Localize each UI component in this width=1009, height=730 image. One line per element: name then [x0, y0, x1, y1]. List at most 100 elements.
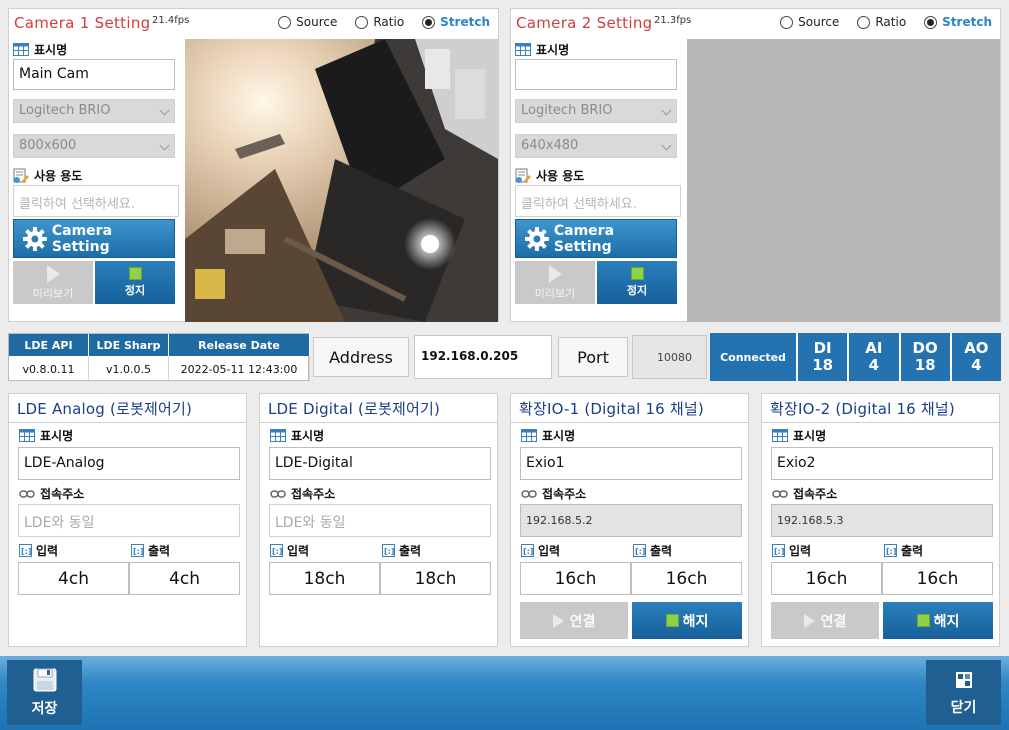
- table-icon: [270, 429, 286, 442]
- port-input[interactable]: 10080: [632, 335, 707, 379]
- release-button[interactable]: 해지: [632, 602, 742, 639]
- camera-1-live-view[interactable]: [185, 39, 498, 322]
- gear-icon: [22, 226, 47, 251]
- svg-text:[:]: [:]: [523, 547, 534, 556]
- connection-status: Connected: [710, 333, 798, 381]
- status-count-do: DO 18: [901, 333, 952, 381]
- camera-2-stop-button[interactable]: 정지: [597, 261, 677, 304]
- svg-text:[:]: [:]: [635, 547, 646, 556]
- camera-1-device-select[interactable]: Logitech BRIO: [13, 99, 175, 123]
- divider: [9, 422, 246, 423]
- connect-label: 연결: [820, 613, 847, 630]
- camera-2-name-input[interactable]: [515, 59, 677, 90]
- camera-1-controls: 표시명 Main Cam Logitech BRIO 800x600 사용 용도…: [13, 39, 179, 304]
- device-address-input[interactable]: 192.168.5.3: [771, 504, 993, 537]
- camera-2-usage-label: 사용 용도: [515, 165, 681, 185]
- input-label-text: 입력: [287, 544, 310, 558]
- camera-1-preview-button[interactable]: 미리보기: [13, 261, 93, 304]
- camera-1-usage-label: 사용 용도: [13, 165, 179, 185]
- camera-2-radio-ratio[interactable]: Ratio: [857, 15, 906, 29]
- output-channels: 16ch: [631, 562, 742, 595]
- play-icon: [46, 264, 60, 283]
- device-name-input[interactable]: Exio2: [771, 447, 993, 480]
- camera-1-radio-source[interactable]: Source: [278, 15, 337, 29]
- device-name-input[interactable]: Exio1: [520, 447, 742, 480]
- camera-1-camera-setting-button[interactable]: Camera Setting: [13, 219, 175, 258]
- device-address-input[interactable]: 192.168.5.2: [520, 504, 742, 537]
- preview-label: 미리보기: [32, 286, 74, 300]
- divider: [260, 422, 497, 423]
- connect-button[interactable]: 연결: [520, 602, 628, 639]
- usage-label-text: 사용 용도: [34, 168, 83, 183]
- resolution-select-value: 800x600: [19, 138, 77, 153]
- bracket-icon: [:]: [633, 544, 646, 557]
- chevron-down-icon: [661, 140, 672, 151]
- camera-1-panel: Camera 1 Setting 21.4fps Source Ratio St…: [8, 8, 499, 322]
- chevron-down-icon: [661, 105, 672, 116]
- close-button[interactable]: 닫기: [926, 660, 1001, 725]
- camera-1-resolution-select[interactable]: 800x600: [13, 134, 175, 158]
- save-button[interactable]: 저장: [7, 660, 82, 725]
- camera-2-resolution-select[interactable]: 640x480: [515, 134, 677, 158]
- address-input[interactable]: 192.168.0.205: [414, 335, 552, 379]
- camera-2-live-view[interactable]: [687, 39, 1000, 322]
- link-icon: [521, 489, 537, 498]
- camera-2-camera-setting-button[interactable]: Camera Setting: [515, 219, 677, 258]
- name-label-text: 표시명: [793, 429, 827, 443]
- camera-2-usage-input[interactable]: 클릭하여 선택하세요.: [515, 185, 681, 217]
- camera-1-playback-buttons: 미리보기 정지: [13, 261, 179, 304]
- device-address-input[interactable]: LDE와 동일: [269, 504, 491, 537]
- camera-1-stop-button[interactable]: 정지: [95, 261, 175, 304]
- camera-2-device-select[interactable]: Logitech BRIO: [515, 99, 677, 123]
- camera-1-scale-mode: Source Ratio Stretch: [278, 15, 490, 29]
- device-select-value: Logitech BRIO: [19, 103, 111, 118]
- camera-1-radio-ratio[interactable]: Ratio: [355, 15, 404, 29]
- address-label-text: 접속주소: [291, 487, 336, 501]
- output-label-text: 출력: [148, 544, 171, 558]
- device-name-input[interactable]: LDE-Digital: [269, 447, 491, 480]
- play-icon: [803, 613, 815, 628]
- play-icon: [552, 613, 564, 628]
- stop-label: 정지: [626, 284, 648, 297]
- status-count-di: DI 18: [798, 333, 850, 381]
- device-name-label: 표시명: [19, 427, 73, 444]
- device-name-label: 표시명: [270, 427, 324, 444]
- camera-2-controls: 표시명 Logitech BRIO 640x480 사용 용도 클릭하여 선택하…: [515, 39, 681, 304]
- camera-2-radio-stretch[interactable]: Stretch: [924, 15, 992, 29]
- camera-1-name-label: 표시명: [13, 39, 179, 59]
- device-name-input[interactable]: LDE-Analog: [18, 447, 240, 480]
- preview-label: 미리보기: [534, 286, 576, 300]
- device-address-input[interactable]: LDE와 동일: [18, 504, 240, 537]
- release-button[interactable]: 해지: [883, 602, 993, 639]
- table-cell: v0.8.0.11: [9, 356, 89, 382]
- camera-1-name-input[interactable]: Main Cam: [13, 59, 175, 90]
- input-channels: 4ch: [18, 562, 129, 595]
- table-icon: [13, 42, 29, 56]
- connect-label: 연결: [569, 613, 596, 630]
- device-panel-lde-analog: LDE Analog (로봇제어기) 표시명 LDE-Analog 접속주소 L…: [8, 393, 247, 647]
- connect-button[interactable]: 연결: [771, 602, 879, 639]
- camera-2-preview-button[interactable]: 미리보기: [515, 261, 595, 304]
- radio-dot-icon: [780, 15, 794, 29]
- camera-1-title: Camera 1 Setting: [14, 14, 151, 32]
- port-label: Port: [558, 337, 628, 377]
- camera-1-usage-input[interactable]: 클릭하여 선택하세요.: [13, 185, 179, 217]
- stop-label: 정지: [124, 284, 146, 297]
- device-title: LDE Digital (로봇제어기): [268, 400, 441, 418]
- camera-2-playback-buttons: 미리보기 정지: [515, 261, 681, 304]
- camera-1-radio-stretch[interactable]: Stretch: [422, 15, 490, 29]
- device-title: 확장IO-2 (Digital 16 채널): [770, 400, 955, 418]
- count-label: AO: [964, 339, 989, 357]
- count-value: 18: [812, 356, 834, 374]
- output-channels: 4ch: [129, 562, 240, 595]
- device-panel-exio-1: 확장IO-1 (Digital 16 채널) 표시명 Exio1 접속주소 19…: [510, 393, 749, 647]
- link-icon: [772, 489, 788, 498]
- stop-square-icon: [916, 614, 930, 627]
- device-address-label: 접속주소: [772, 485, 837, 502]
- bracket-icon: [:]: [131, 544, 144, 557]
- table-cell: 2022-05-11 12:43:00: [169, 356, 310, 382]
- stop-square-icon: [630, 267, 644, 280]
- camera-2-radio-source[interactable]: Source: [780, 15, 839, 29]
- device-address-label: 접속주소: [270, 485, 335, 502]
- svg-text:[:]: [:]: [384, 547, 395, 556]
